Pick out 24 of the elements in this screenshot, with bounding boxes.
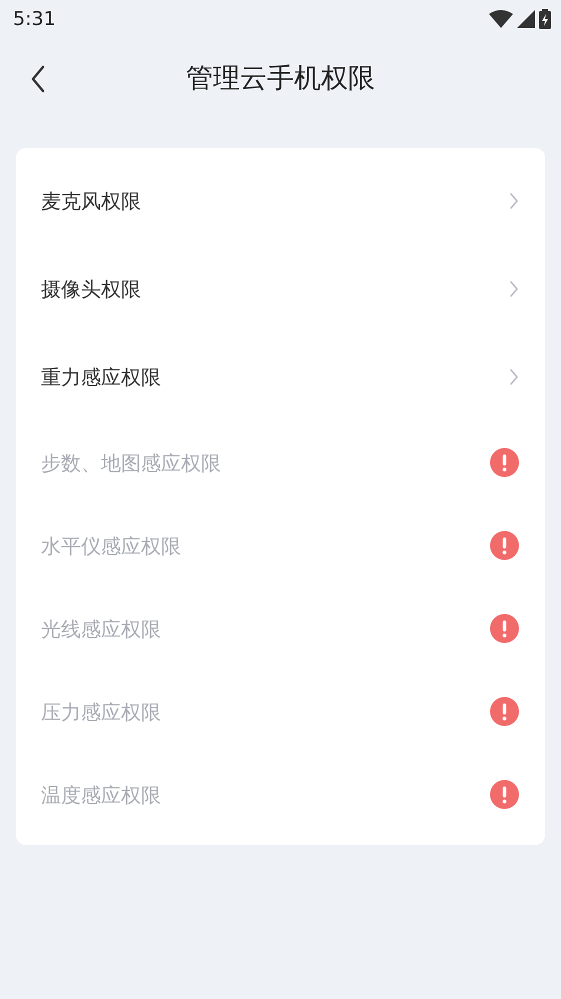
- permission-label: 压力感应权限: [41, 698, 161, 726]
- chevron-right-icon: [509, 193, 519, 209]
- permission-label: 摄像头权限: [41, 276, 141, 303]
- battery-icon: [539, 9, 551, 29]
- status-time: 5:31: [13, 6, 56, 32]
- warning-icon: [490, 614, 519, 643]
- permission-label: 光线感应权限: [41, 616, 161, 642]
- page-title: 管理云手机权限: [186, 62, 375, 96]
- warning-icon: [490, 531, 519, 560]
- wifi-icon: [489, 10, 513, 28]
- permission-label: 水平仪感应权限: [41, 532, 181, 560]
- signal-icon: [517, 10, 535, 28]
- warning-icon: [490, 448, 519, 477]
- permission-label: 麦克风权限: [41, 188, 141, 215]
- permission-label: 步数、地图感应权限: [41, 450, 221, 476]
- permission-row[interactable]: 麦克风权限: [16, 157, 545, 245]
- permission-label: 重力感应权限: [41, 364, 161, 391]
- permission-row[interactable]: 重力感应权限: [16, 333, 545, 421]
- permission-row[interactable]: 摄像头权限: [16, 245, 545, 333]
- warning-icon: [490, 780, 519, 809]
- chevron-right-icon: [509, 369, 519, 385]
- chevron-right-icon: [509, 281, 519, 297]
- warning-icon: [490, 697, 519, 726]
- permission-label: 温度感应权限: [41, 782, 161, 808]
